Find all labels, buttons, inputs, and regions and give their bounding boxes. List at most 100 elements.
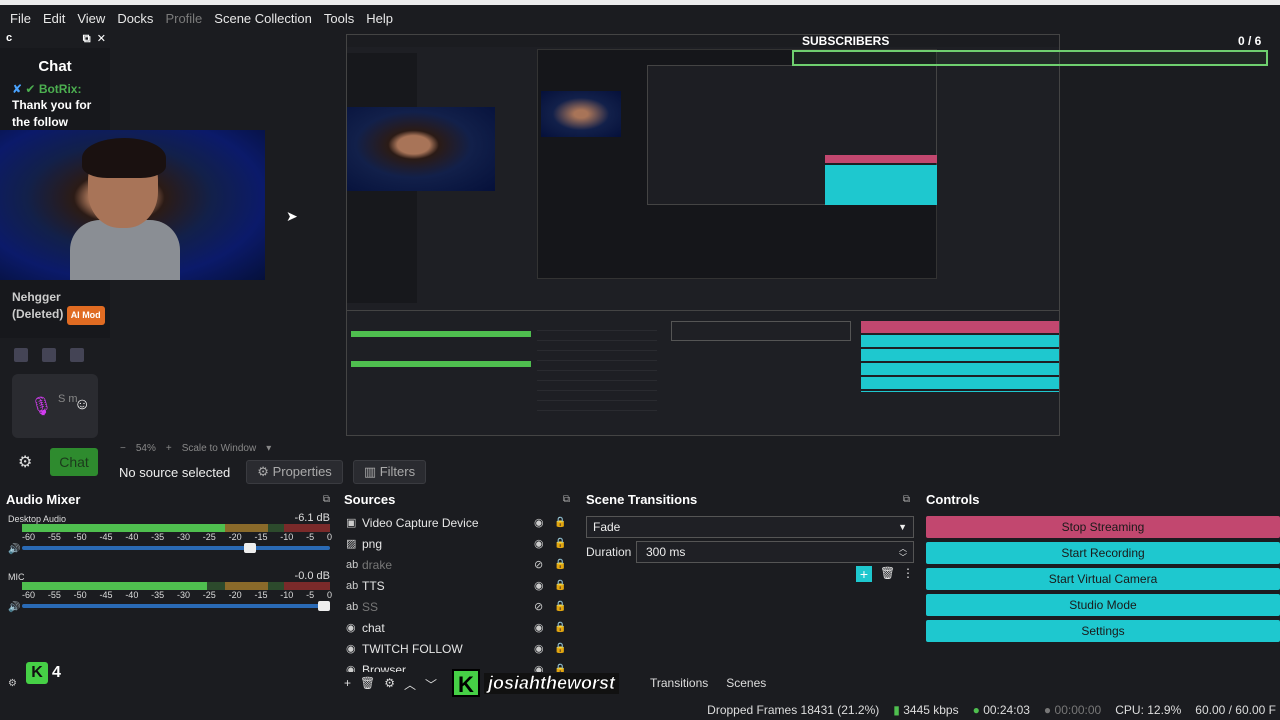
float-icon[interactable]: ⧉ — [323, 494, 330, 505]
speaker-icon[interactable]: 🔊 — [8, 602, 20, 613]
stepper-icon[interactable]: ︿ ﹀ — [899, 544, 907, 562]
eye-icon[interactable]: ◉ — [534, 537, 544, 550]
tick-label: 0 — [326, 590, 332, 600]
source-item[interactable]: ▨ png ◉ 🔒 — [338, 533, 578, 554]
settings-button[interactable]: Settings — [926, 620, 1280, 642]
gear-icon[interactable]: ⚙ — [18, 452, 32, 472]
trash-icon[interactable]: 🗑 — [360, 676, 375, 693]
float-icon[interactable]: ⧉ — [563, 494, 570, 505]
duration-value: 300 ms — [646, 545, 686, 559]
close-icon[interactable]: ✕ — [97, 33, 106, 45]
emote-icon[interactable] — [14, 348, 28, 362]
streamer-watermark: K josiahtheworst — [452, 668, 620, 698]
fps: 60.00 / 60.00 F — [1195, 703, 1276, 717]
volume-knob[interactable] — [244, 543, 256, 553]
float-icon[interactable]: ⧉ — [83, 33, 91, 45]
volume-knob[interactable] — [318, 601, 330, 611]
zoom-level: 54% — [135, 442, 156, 454]
emote-icon[interactable] — [42, 348, 56, 362]
menu-docks[interactable]: Docks — [111, 8, 159, 30]
mixer-channel: Desktop Audio -6.1 dB -60 -55 -50 -45 -40 -35 -3… — [0, 512, 338, 572]
settings-small-icon[interactable]: ⚙ — [8, 678, 17, 689]
chevron-down-icon[interactable]: ▾ — [266, 443, 271, 454]
zoom-minus-icon[interactable]: − — [120, 443, 126, 454]
nested-preview — [346, 34, 1060, 436]
bitrate-value: 3445 kbps — [903, 703, 959, 717]
lock-icon[interactable]: 🔒 — [554, 538, 566, 549]
transition-select[interactable]: Fade ▼ — [586, 516, 914, 538]
add-icon[interactable]: + — [344, 676, 351, 693]
lock-icon[interactable]: 🔒 — [554, 622, 566, 633]
stop-streaming-button[interactable]: Stop Streaming — [926, 516, 1280, 538]
subscribers-label: SUBSCRIBERS — [802, 34, 890, 48]
eye-icon[interactable]: ◉ — [534, 621, 544, 634]
eye-icon[interactable]: ◉ — [534, 642, 544, 655]
menu-view[interactable]: View — [71, 8, 111, 30]
start-virtual-camera-button[interactable]: Start Virtual Camera — [926, 568, 1280, 590]
menu-help[interactable]: Help — [360, 8, 399, 30]
volume-slider[interactable] — [22, 543, 330, 553]
lock-icon[interactable]: 🔒 — [554, 643, 566, 654]
check-icon: ✔ — [25, 82, 36, 96]
menu-file[interactable]: File — [4, 8, 37, 30]
float-icon[interactable]: ⧉ — [903, 494, 910, 505]
lock-icon[interactable]: 🔒 — [554, 559, 566, 570]
sources-title: Sources — [344, 492, 396, 507]
dropped-frames: Dropped Frames 18431 (21.2%) — [707, 703, 880, 717]
eye-icon[interactable]: ◉ — [534, 516, 544, 529]
chat-input-box[interactable]: 🎙 S m ☺ — [12, 374, 98, 438]
tick-label: -10 — [280, 590, 294, 600]
lock-icon[interactable]: 🔒 — [554, 517, 566, 528]
menu-tools[interactable]: Tools — [318, 8, 360, 30]
menu-scene-collection[interactable]: Scene Collection — [208, 8, 318, 30]
tick-label: -5 — [306, 532, 315, 542]
live-dot-icon: ● — [972, 703, 980, 717]
tick-label: -25 — [202, 532, 216, 542]
zoom-plus-icon[interactable]: + — [166, 443, 172, 454]
live-time-value: 00:24:03 — [983, 703, 1030, 717]
eye-icon[interactable]: ◉ — [534, 579, 544, 592]
chevron-down-icon[interactable]: ﹀ — [425, 676, 437, 693]
start-recording-button[interactable]: Start Recording — [926, 542, 1280, 564]
lock-icon[interactable]: 🔒 — [554, 601, 566, 612]
filters-button[interactable]: ▥ Filters — [352, 460, 427, 484]
webcam-feed — [0, 130, 265, 280]
studio-mode-button[interactable]: Studio Mode — [926, 594, 1280, 616]
chat-send-button[interactable]: Chat — [50, 448, 98, 476]
source-item[interactable]: ▣ Video Capture Device ◉ 🔒 — [338, 512, 578, 533]
live-time: ● 00:24:03 — [973, 703, 1030, 717]
chevron-up-icon[interactable]: ︿ — [404, 676, 416, 693]
duration-input[interactable]: 300 ms ︿ ﹀ — [636, 541, 914, 563]
menu-edit[interactable]: Edit — [37, 8, 71, 30]
source-item[interactable]: ab drake ⊘ 🔒 — [338, 554, 578, 575]
eye-hidden-icon[interactable]: ⊘ — [534, 558, 543, 571]
kick-logo-icon: K — [452, 669, 480, 697]
emote-icon[interactable] — [70, 348, 84, 362]
more-icon[interactable]: ⋮ — [902, 566, 914, 580]
gear-icon[interactable]: ⚙ — [384, 676, 395, 693]
emoji-icon[interactable]: ☺ — [74, 396, 90, 414]
tick-label: -55 — [47, 590, 61, 600]
speaker-icon[interactable]: 🔊 — [8, 544, 20, 555]
source-item[interactable]: ◉ chat ◉ 🔒 — [338, 617, 578, 638]
camera-icon: ▣ — [346, 517, 357, 529]
trash-icon[interactable]: 🗑 — [880, 566, 895, 580]
tab-scenes[interactable]: Scenes — [726, 676, 766, 690]
kick-viewer-count: 4 — [52, 664, 61, 681]
source-item[interactable]: ab TTS ◉ 🔒 — [338, 575, 578, 596]
add-transition-button[interactable]: + — [856, 566, 872, 582]
source-item[interactable]: ◉ TWITCH FOLLOW ◉ 🔒 — [338, 638, 578, 659]
microphone-icon[interactable]: 🎙 — [30, 396, 53, 417]
mixer-channel: MIC -0.0 dB -60 -55 -50 -45 -40 -35 -30 -25 -20 -15… — [0, 570, 338, 630]
eye-hidden-icon[interactable]: ⊘ — [534, 600, 543, 613]
tick-label: -60 — [22, 590, 36, 600]
scene-transitions-title: Scene Transitions — [586, 492, 698, 507]
lock-icon[interactable]: 🔒 — [554, 580, 566, 591]
tab-transitions[interactable]: Transitions — [650, 676, 708, 690]
volume-slider[interactable] — [22, 601, 330, 611]
scale-mode[interactable]: Scale to Window — [182, 443, 256, 454]
properties-button[interactable]: ⚙ Properties — [246, 460, 343, 484]
source-item[interactable]: ab SS ⊘ 🔒 — [338, 596, 578, 617]
mod-badge: AI Mod — [66, 306, 105, 325]
audio-mixer-title: Audio Mixer — [6, 492, 81, 507]
